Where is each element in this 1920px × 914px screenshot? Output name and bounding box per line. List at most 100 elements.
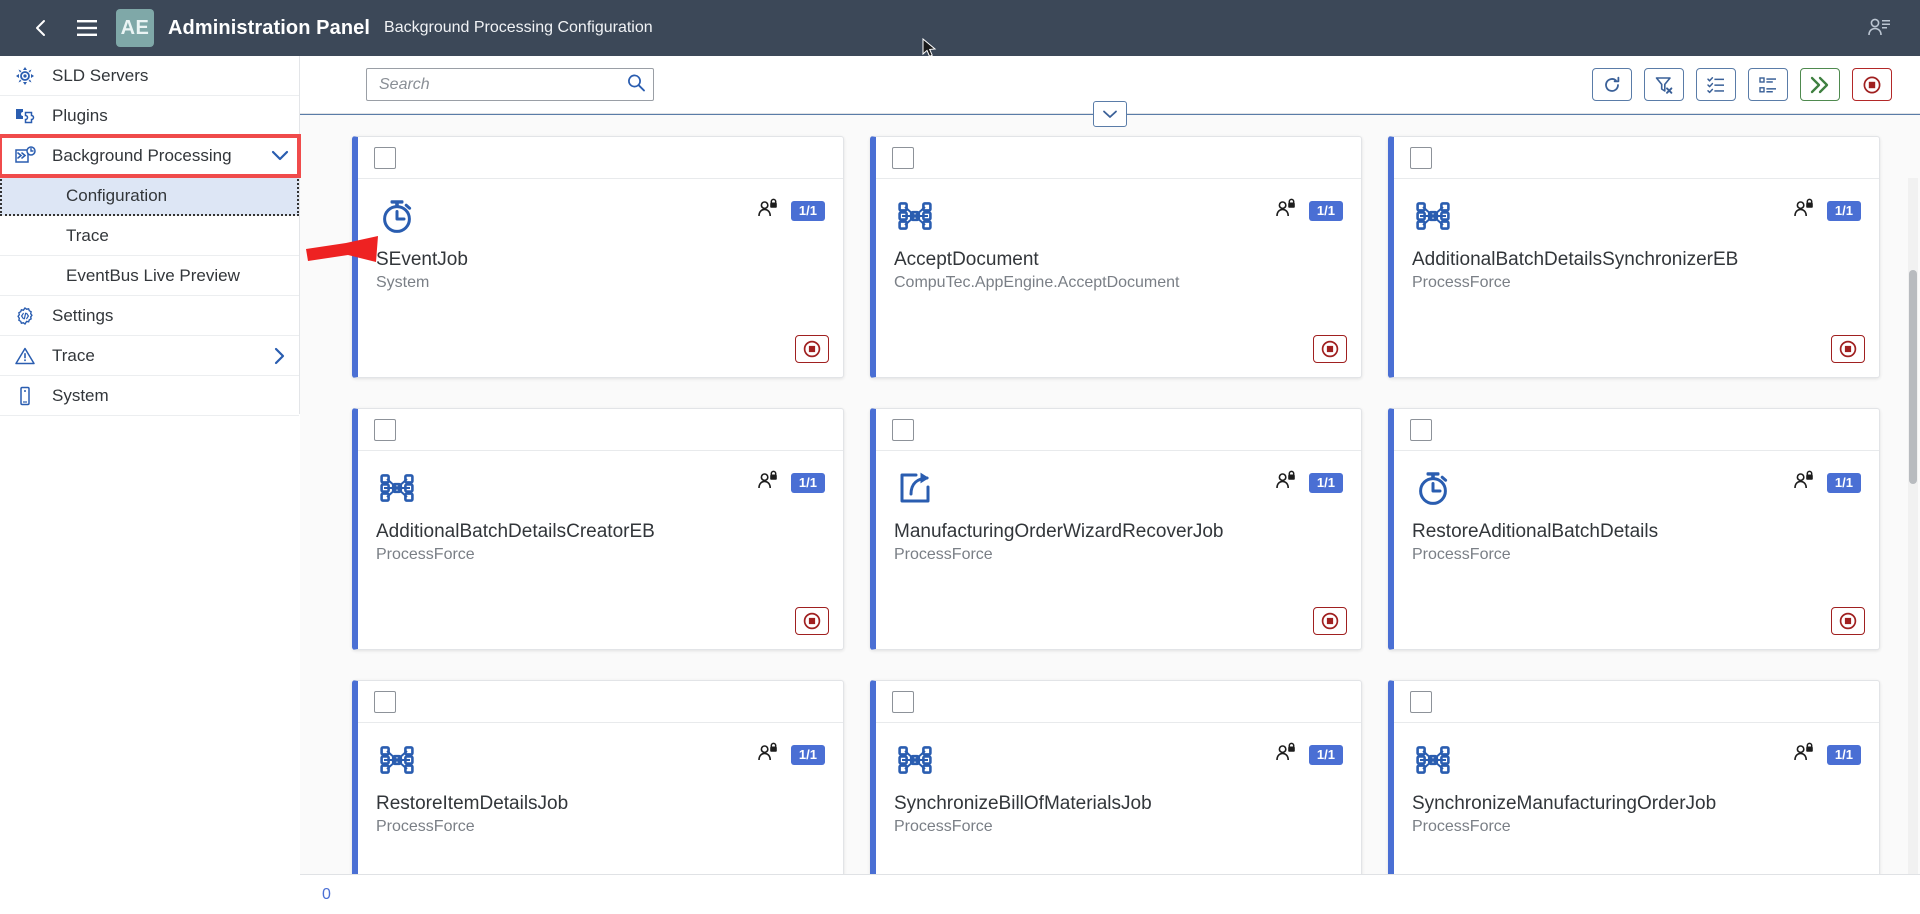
list-view-button[interactable] <box>1748 68 1788 101</box>
scrollbar-thumb[interactable] <box>1909 270 1917 484</box>
job-card-checkbox[interactable] <box>892 691 914 713</box>
stop-circle-icon <box>802 339 822 359</box>
sidebar-item-eventbus-live-preview[interactable]: EventBus Live Preview <box>0 256 299 296</box>
hamburger-menu-icon <box>76 19 98 37</box>
job-card-subtitle: CompuTec.AppEngine.AcceptDocument <box>894 274 1343 292</box>
sidebar-item-trace-sub[interactable]: Trace <box>0 216 299 256</box>
job-card-checkbox[interactable] <box>1410 691 1432 713</box>
network-nodes-icon <box>376 467 418 509</box>
sidebar-item-label: SLD Servers <box>52 66 299 86</box>
search-input[interactable] <box>366 68 654 101</box>
app-header: AE Administration Panel Background Proce… <box>0 0 1920 56</box>
job-card-body: 1/1 AdditionalBatchDetailsCreatorEB Proc… <box>358 451 843 649</box>
job-instance-badge: 1/1 <box>1827 201 1861 221</box>
page-subtitle: Background Processing Configuration <box>384 19 653 37</box>
network-nodes-icon <box>894 737 940 783</box>
job-card[interactable]: 1/1 SEventJob System <box>352 136 844 378</box>
sidebar-item-label: System <box>52 386 299 406</box>
sidebar-item-background-processing[interactable]: Background Processing <box>0 136 299 176</box>
user-lock-icon <box>1793 197 1815 224</box>
job-card-header <box>876 137 1361 179</box>
stopwatch-icon <box>376 195 418 237</box>
job-card-title: SEventJob <box>376 249 825 271</box>
job-card-body: 1/1 SEventJob System <box>358 179 843 377</box>
job-card-header <box>358 137 843 179</box>
chevron-down-icon[interactable] <box>261 150 299 162</box>
list-icon <box>1758 75 1778 95</box>
job-card[interactable]: 1/1 ManufacturingOrderWizardRecoverJob P… <box>870 408 1362 650</box>
collapse-panel-button[interactable] <box>1093 101 1127 127</box>
job-card-title: AcceptDocument <box>894 249 1343 271</box>
plugins-icon <box>14 105 52 127</box>
sidebar-subitem-label: EventBus Live Preview <box>66 266 240 286</box>
job-card-checkbox[interactable] <box>1410 419 1432 441</box>
status-bar: 0 <box>300 874 1920 914</box>
job-card[interactable]: 1/1 AdditionalBatchDetailsSynchronizerEB… <box>1388 136 1880 378</box>
user-lock-icon <box>1793 469 1815 496</box>
sidebar-item-configuration[interactable]: Configuration <box>0 176 299 216</box>
job-card-header <box>358 409 843 451</box>
job-stop-button[interactable] <box>795 607 829 635</box>
sidebar-item-trace[interactable]: Trace <box>0 336 299 376</box>
sidebar-item-settings[interactable]: Settings <box>0 296 299 336</box>
user-lock-icon <box>757 741 779 768</box>
main-content: 1/1 SEventJob System <box>300 56 1920 914</box>
job-card-body: 1/1 AdditionalBatchDetailsSynchronizerEB… <box>1394 179 1879 377</box>
job-card-subtitle: ProcessForce <box>1412 274 1861 292</box>
app-logo: AE <box>116 9 154 47</box>
sidebar-item-label: Trace <box>52 346 261 366</box>
job-card-checkbox[interactable] <box>374 147 396 169</box>
network-nodes-icon <box>376 737 422 783</box>
vertical-scrollbar[interactable] <box>1908 178 1918 874</box>
job-card[interactable]: 1/1 AdditionalBatchDetailsCreatorEB Proc… <box>352 408 844 650</box>
job-card[interactable]: 1/1 RestoreAditionalBatchDetails Process… <box>1388 408 1880 650</box>
search-field-wrapper <box>366 68 654 101</box>
sld-server-icon <box>14 65 52 87</box>
job-instance-badge: 1/1 <box>1827 745 1861 765</box>
stop-circle-icon <box>1862 75 1882 95</box>
job-card-checkbox[interactable] <box>892 419 914 441</box>
job-card[interactable]: 1/1 AcceptDocument CompuTec.AppEngine.Ac… <box>870 136 1362 378</box>
back-button[interactable] <box>18 5 64 51</box>
stop-circle-icon <box>1838 611 1858 631</box>
job-card-checkbox[interactable] <box>1410 147 1432 169</box>
status-count: 0 <box>322 886 331 904</box>
user-lock-icon <box>1275 197 1297 224</box>
job-card[interactable]: 1/1 SynchronizeBillOfMaterialsJob Proces… <box>870 680 1362 874</box>
stop-all-button[interactable] <box>1852 68 1892 101</box>
clear-filter-button[interactable] <box>1644 68 1684 101</box>
job-stop-button[interactable] <box>1313 335 1347 363</box>
job-stop-button[interactable] <box>1831 607 1865 635</box>
job-card[interactable]: 1/1 SynchronizeManufacturingOrderJob Pro… <box>1388 680 1880 874</box>
select-all-button[interactable] <box>1696 68 1736 101</box>
sidebar-item-system[interactable]: System <box>0 376 299 416</box>
user-settings-button[interactable] <box>1856 5 1902 51</box>
run-button[interactable] <box>1800 68 1840 101</box>
job-card-body: 1/1 SynchronizeManufacturingOrderJob Pro… <box>1394 723 1879 874</box>
job-card-title: ManufacturingOrderWizardRecoverJob <box>894 521 1343 543</box>
user-lock-icon <box>1793 741 1815 763</box>
stopwatch-icon <box>1412 467 1454 509</box>
job-card-checkbox[interactable] <box>892 147 914 169</box>
sidebar-item-plugins[interactable]: Plugins <box>0 96 299 136</box>
job-card-checkbox[interactable] <box>374 691 396 713</box>
sidebar-item-label: Background Processing <box>52 146 261 166</box>
job-card[interactable]: 1/1 RestoreItemDetailsJob ProcessForce <box>352 680 844 874</box>
refresh-button[interactable] <box>1592 68 1632 101</box>
job-instance-badge: 1/1 <box>1309 473 1343 493</box>
job-stop-button[interactable] <box>1831 335 1865 363</box>
job-card-header <box>1394 681 1879 723</box>
user-lock-icon <box>1275 197 1297 219</box>
stop-circle-icon <box>1320 339 1340 359</box>
job-stop-button[interactable] <box>795 335 829 363</box>
search-icon[interactable] <box>626 72 646 97</box>
menu-button[interactable] <box>64 5 110 51</box>
job-stop-button[interactable] <box>1313 607 1347 635</box>
stopwatch-icon <box>1412 465 1458 511</box>
chevron-right-icon[interactable] <box>261 347 299 365</box>
network-nodes-icon <box>894 193 940 239</box>
job-card-checkbox[interactable] <box>374 419 396 441</box>
job-cards-grid: 1/1 SEventJob System <box>352 136 1880 874</box>
job-card-header <box>1394 137 1879 179</box>
sidebar-item-sld-servers[interactable]: SLD Servers <box>0 56 299 96</box>
